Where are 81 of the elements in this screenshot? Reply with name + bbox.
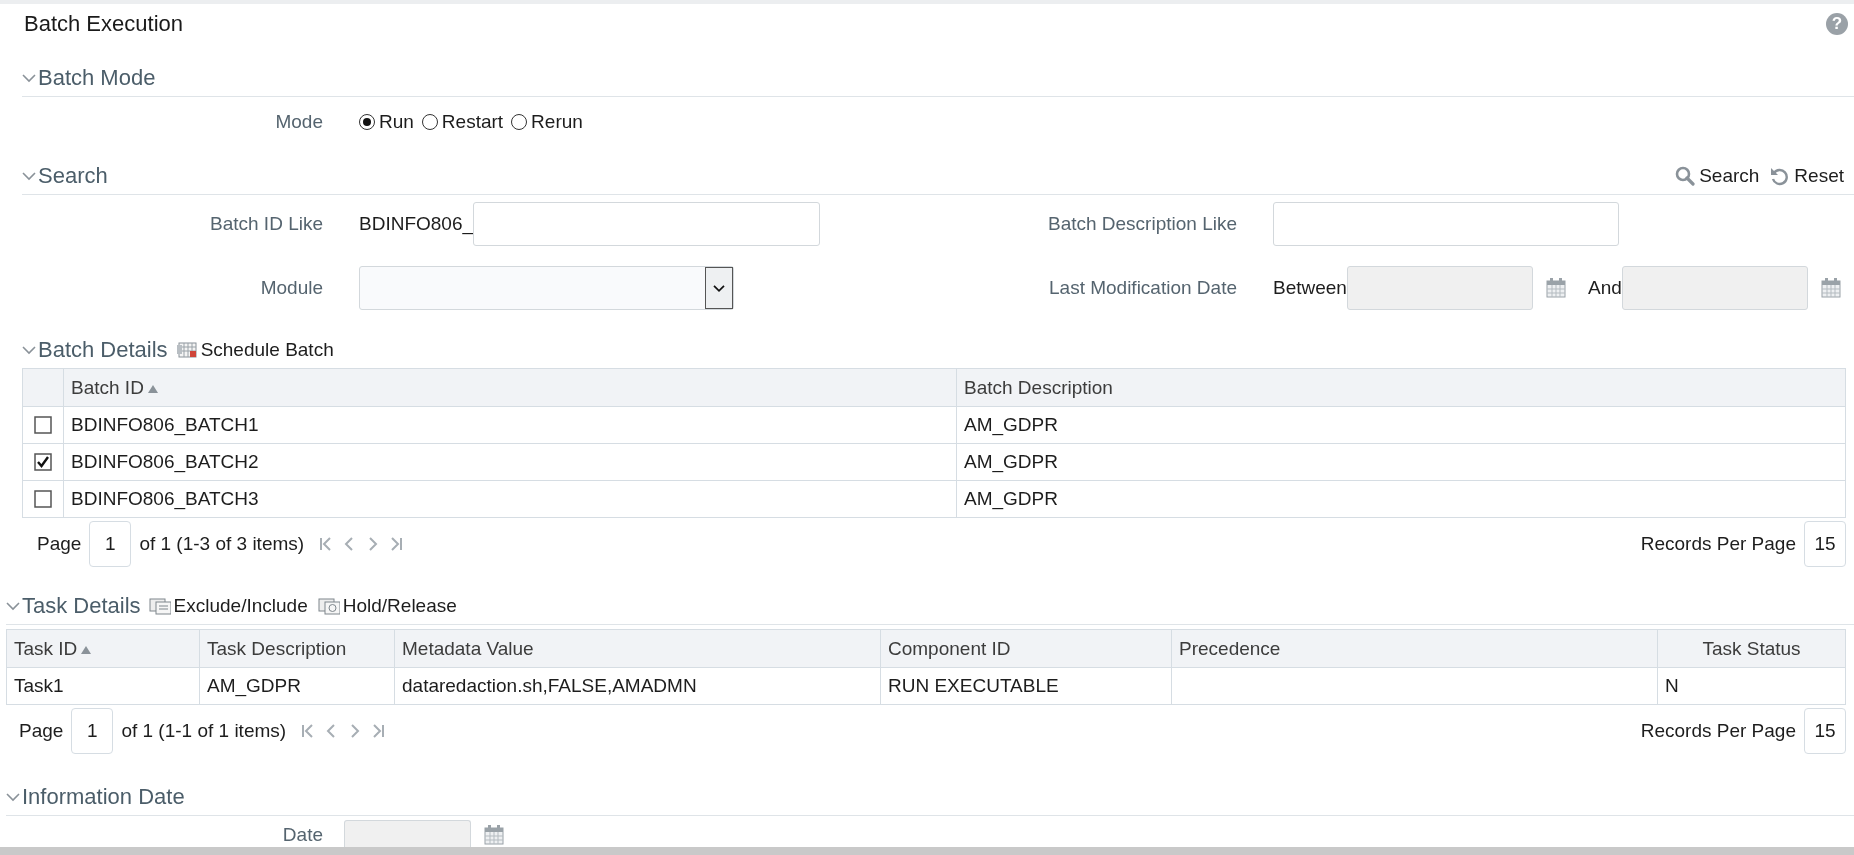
- radio-option[interactable]: Run: [359, 111, 414, 133]
- section-title: Information Date: [22, 784, 185, 810]
- page-number-field[interactable]: 1: [71, 708, 114, 754]
- table-cell: Task1: [6, 667, 200, 705]
- sort-ascending-icon: [146, 383, 159, 394]
- last-page-icon[interactable]: [390, 536, 405, 552]
- table-cell: AM_GDPR: [956, 406, 1846, 444]
- column-header[interactable]: Component ID: [880, 629, 1172, 668]
- horizontal-scrollbar[interactable]: [0, 847, 1854, 855]
- table-cell: RUN EXECUTABLE: [880, 667, 1172, 705]
- field-label: Last Modification Date: [1048, 277, 1238, 299]
- calendar-icon: [1819, 277, 1842, 299]
- toolbar-button[interactable]: Hold/Release: [317, 595, 457, 617]
- table-cell: AM_GDPR: [956, 480, 1846, 518]
- radio-option[interactable]: Restart: [421, 111, 504, 133]
- toolbar-button[interactable]: Schedule Batch: [175, 339, 334, 361]
- table-cell: dataredaction.sh,FALSE,AMADMN: [394, 667, 881, 705]
- section-title: Batch Details: [38, 337, 168, 363]
- page-title: Batch Execution: [24, 11, 183, 37]
- records-per-page-label: Records Per Page: [1640, 533, 1796, 555]
- section-title: Search: [38, 163, 108, 189]
- table-cell: AM_GDPR: [956, 443, 1846, 481]
- window-stack-icon: [148, 596, 171, 616]
- checkbox[interactable]: [34, 490, 52, 508]
- table-cell: BDINFO806_BATCH2: [63, 443, 957, 481]
- search-button[interactable]: Search: [1674, 165, 1760, 187]
- date-field[interactable]: [344, 820, 471, 850]
- field-label: Date: [281, 824, 324, 846]
- page-label: Page: [37, 533, 82, 555]
- page-summary: of 1 (1-1 of 1 items): [121, 720, 287, 742]
- section-title: Task Details: [22, 593, 141, 619]
- chevron-down-icon: [22, 345, 36, 355]
- records-per-page-field[interactable]: 15: [1804, 521, 1846, 567]
- chevron-down-icon: [6, 792, 20, 802]
- table-cell: AM_GDPR: [199, 667, 395, 705]
- reset-button[interactable]: Reset: [1769, 165, 1844, 187]
- column-header[interactable]: Task Status: [1657, 629, 1846, 668]
- dropdown-field[interactable]: [359, 266, 734, 310]
- calendar-icon: [483, 824, 505, 846]
- table-cell: BDINFO806_BATCH1: [63, 406, 957, 444]
- checkbox[interactable]: [34, 416, 52, 434]
- toolbar-button[interactable]: Exclude/Include: [148, 595, 308, 617]
- column-header[interactable]: Precedence: [1171, 629, 1658, 668]
- records-per-page-field[interactable]: 15: [1804, 708, 1846, 754]
- window-stack-icon: [317, 596, 340, 616]
- checkbox[interactable]: [34, 453, 52, 471]
- page-summary: of 1 (1-3 of 3 items): [139, 533, 305, 555]
- field-label: Mode: [274, 111, 324, 133]
- page-number-field[interactable]: 1: [89, 521, 132, 567]
- column-header[interactable]: Batch ID: [63, 368, 957, 407]
- search-icon: [1674, 166, 1697, 186]
- text-field[interactable]: [1273, 202, 1619, 246]
- sort-ascending-icon: [80, 644, 93, 655]
- calendar-icon: [1544, 277, 1567, 299]
- column-header[interactable]: Task Description: [199, 629, 395, 668]
- date-field[interactable]: [1346, 266, 1533, 310]
- calendar-grid-icon: [175, 340, 198, 360]
- field-label: Batch ID Like: [209, 213, 324, 235]
- field-label: Module: [259, 277, 324, 299]
- chevron-down-icon: [22, 73, 36, 83]
- section-title: Batch Mode: [38, 65, 156, 91]
- date-field[interactable]: [1621, 266, 1808, 310]
- chevron-down-icon: [6, 601, 20, 611]
- caret-icon: [712, 283, 726, 293]
- column-header[interactable]: Task ID: [6, 629, 200, 668]
- column-header[interactable]: Batch Description: [956, 368, 1846, 407]
- last-page-icon[interactable]: [372, 723, 387, 739]
- range-label: And: [1587, 277, 1622, 299]
- first-page-icon[interactable]: [300, 723, 315, 739]
- column-header[interactable]: Metadata Value: [394, 629, 881, 668]
- field-label: Batch Description Like: [1046, 213, 1238, 235]
- field-prefix: BDINFO806_: [359, 213, 474, 235]
- table-cell: BDINFO806_BATCH3: [63, 480, 957, 518]
- first-page-icon[interactable]: [318, 536, 333, 552]
- radio-option[interactable]: Rerun: [511, 111, 583, 133]
- chevron-down-icon: [22, 171, 36, 181]
- range-label: Between: [1273, 277, 1347, 299]
- page-label: Page: [19, 720, 64, 742]
- text-field[interactable]: [473, 202, 821, 246]
- records-per-page-label: Records Per Page: [1640, 720, 1796, 742]
- table-cell: N: [1657, 667, 1846, 705]
